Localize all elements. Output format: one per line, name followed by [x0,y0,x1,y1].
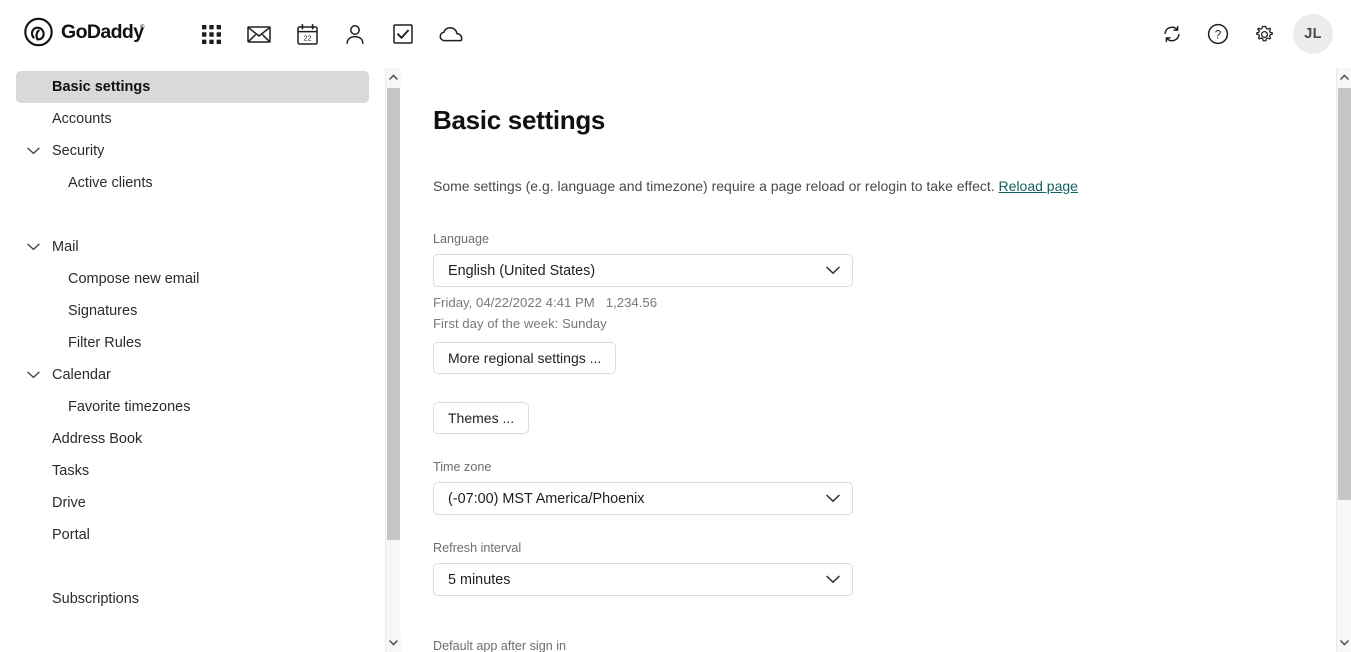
sidebar-item-label: Active clients [68,174,153,191]
chevron-down-icon [824,490,842,508]
sidebar-scroll-up-arrow-icon[interactable] [386,68,401,86]
sidebar-item-drive[interactable]: Drive [16,487,369,519]
sidebar-item-basic-settings[interactable]: Basic settings [16,71,369,103]
help-icon[interactable]: ? [1195,11,1241,57]
refresh-icon[interactable] [1149,11,1195,57]
chevron-down-icon[interactable] [25,367,41,383]
settings-gear-icon[interactable] [1241,11,1287,57]
sidebar-item-address-book[interactable]: Address Book [16,423,369,455]
sidebar-item-subscriptions[interactable]: Subscriptions [16,583,369,615]
sidebar-item-compose-new-email[interactable]: Compose new email [16,263,369,295]
language-select-value: English (United States) [448,262,596,279]
sidebar-item-label: Drive [52,494,86,511]
reload-notice-text: Some settings (e.g. language and timezon… [433,178,999,194]
sidebar-item-resources[interactable]: Resources [16,647,369,652]
sidebar-item-filter-rules[interactable]: Filter Rules [16,327,369,359]
main-scroll-down-arrow-icon[interactable] [1337,634,1351,652]
sidebar-item-signatures[interactable]: Signatures [16,295,369,327]
settings-main-panel: Basic settings Some settings (e.g. langu… [401,68,1336,652]
language-select[interactable]: English (United States) [433,254,853,287]
sidebar-item-security[interactable]: Security [16,135,369,167]
contacts-icon[interactable] [331,10,379,58]
sidebar-item-label: Compose new email [68,270,200,287]
chevron-down-icon [824,262,842,280]
chevron-down-icon[interactable] [25,239,41,255]
sidebar-item-label: Favorite timezones [68,398,191,415]
timezone-label: Time zone [433,460,492,474]
refresh-interval-select[interactable]: 5 minutes [433,563,853,596]
first-day-of-week: First day of the week: Sunday [433,316,607,331]
godaddy-heart-mark-icon [23,17,54,52]
sidebar-item-label: Signatures [68,302,138,319]
sidebar-scroll-down-arrow-icon[interactable] [386,634,401,652]
settings-nav-list: Basic settings Accounts Security Active cli… [0,68,385,652]
page-title: Basic settings [433,105,606,135]
chevron-down-icon [824,571,842,589]
svg-text:®: ® [140,24,145,31]
more-regional-settings-button[interactable]: More regional settings ... [433,342,617,374]
reload-page-link[interactable]: Reload page [999,178,1078,194]
godaddy-logo[interactable]: GoDaddy ® [23,17,145,52]
calendar-icon[interactable]: 22 [283,10,331,58]
sidebar-item-accounts[interactable]: Accounts [16,103,369,135]
main-scroll-up-arrow-icon[interactable] [1337,68,1351,86]
top-header-bar: GoDaddy ® 22 ? JL [0,0,1351,68]
main-scrollbar-thumb[interactable] [1338,88,1351,500]
timezone-select[interactable]: (-07:00) MST America/Phoenix [433,482,853,515]
sidebar-item-label: Subscriptions [52,590,140,607]
sidebar-item-portal[interactable]: Portal [16,519,369,551]
sidebar-item-label: Accounts [52,110,112,127]
reload-notice: Some settings (e.g. language and timezon… [433,178,1078,194]
sidebar-item-label: Address Book [52,430,143,447]
sidebar-item-favorite-timezones[interactable]: Favorite timezones [16,391,369,423]
header-actions: ? JL [1149,11,1333,57]
settings-sidebar: Basic settings Accounts Security Active cli… [0,68,385,652]
mail-icon[interactable] [235,10,283,58]
sidebar-item-active-clients[interactable]: Active clients [16,167,369,199]
svg-text:GoDaddy: GoDaddy [61,21,144,43]
main-scrollbar[interactable] [1336,68,1351,652]
svg-text:?: ? [1215,30,1221,42]
themes-button[interactable]: Themes ... [433,402,530,434]
refresh-interval-label: Refresh interval [433,541,522,555]
avatar[interactable]: JL [1293,14,1333,54]
sample-datetime: Friday, 04/22/2022 4:41 PM 1,234.56 [433,295,658,310]
timezone-select-value: (-07:00) MST America/Phoenix [448,490,645,507]
sidebar-item-label: Basic settings [52,78,151,95]
sidebar-item-label: Tasks [52,462,90,479]
sidebar-item-label: Calendar [52,366,111,383]
chevron-down-icon[interactable] [25,143,41,159]
sidebar-item-label: Mail [52,238,79,255]
sidebar-item-label: Portal [52,526,90,543]
sidebar-scrollbar-thumb[interactable] [387,88,400,540]
tasks-icon[interactable] [379,10,427,58]
header-app-switcher: 22 [187,10,475,58]
language-label: Language [433,232,490,246]
calendar-day-number: 22 [303,33,311,42]
default-app-label: Default app after sign in [433,639,567,652]
godaddy-wordmark: GoDaddy ® [61,20,145,49]
drive-cloud-icon[interactable] [427,10,475,58]
app-grid-icon[interactable] [187,10,235,58]
refresh-interval-select-value: 5 minutes [448,571,511,588]
sidebar-item-label: Security [52,142,105,159]
sidebar-item-tasks[interactable]: Tasks [16,455,369,487]
sidebar-item-label: Filter Rules [68,334,142,351]
sidebar-scrollbar[interactable] [385,68,401,652]
sidebar-item-mail[interactable]: Mail [16,231,369,263]
body-region: Basic settings Accounts Security Active cli… [0,68,1351,652]
sidebar-item-calendar[interactable]: Calendar [16,359,369,391]
